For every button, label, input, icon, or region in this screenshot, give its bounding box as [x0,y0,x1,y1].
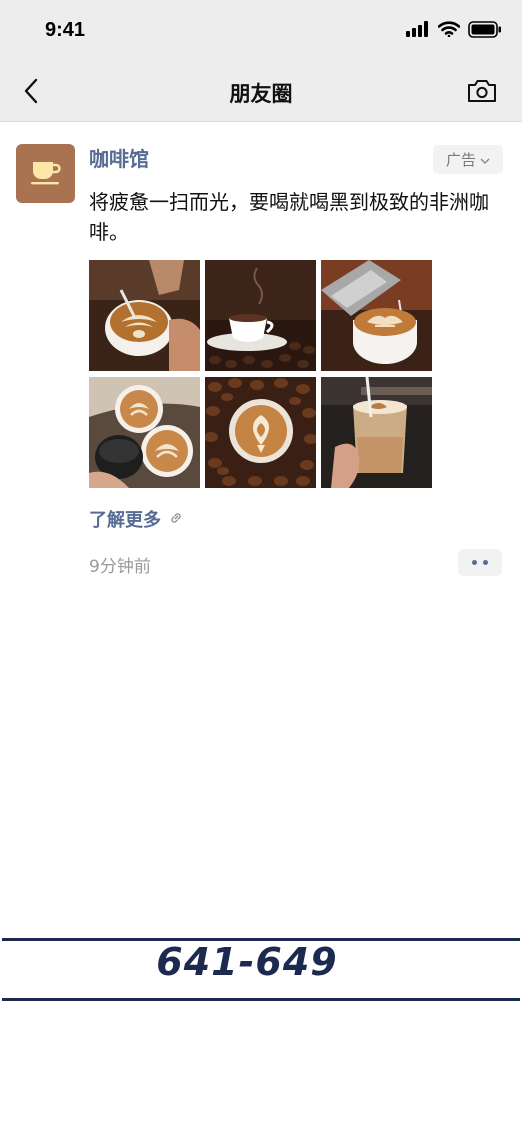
post-image-white-cup-on-beans[interactable] [205,260,316,371]
ad-label: 广告 [445,151,476,169]
status-time: 9:41 [45,19,86,41]
post-timestamp: 9分钟前 [89,557,151,577]
learn-more-label: 了解更多 [89,510,161,531]
status-icons [406,20,502,42]
post-image-latte-art-pour[interactable] [89,260,200,371]
post-image-iced-latte-glass[interactable] [321,377,432,488]
chevron-down-icon [480,151,490,169]
learn-more-link[interactable]: 了解更多 [89,506,183,532]
status-bar: 9:41 [0,0,522,62]
page-title: 朋友圈 [229,82,293,106]
camera-icon[interactable] [466,76,498,106]
link-icon [169,510,183,529]
more-dots-icon [472,560,477,565]
image-grid [89,260,432,488]
bottom-divider [2,998,520,1001]
more-options-button[interactable] [458,549,502,576]
post-image-two-latte-cups[interactable] [89,377,200,488]
battery-icon [468,20,502,42]
nav-bar: 朋友圈 [0,62,522,122]
post-text: 将疲惫一扫而光，要喝就喝黑到极致的非洲咖啡。 [89,190,489,244]
avatar[interactable] [16,144,75,203]
wifi-icon [437,21,461,41]
poster-name[interactable]: 咖啡馆 [89,143,149,172]
post-image-milk-pitcher-pour[interactable] [321,260,432,371]
post-image-latte-on-beans[interactable] [205,377,316,488]
more-dots-icon-dot [483,560,488,565]
range-label: 641-649 [156,940,338,984]
signal-icon [406,21,430,41]
ad-tag[interactable]: 广告 [433,145,503,174]
coffee-cup-icon [30,158,62,190]
